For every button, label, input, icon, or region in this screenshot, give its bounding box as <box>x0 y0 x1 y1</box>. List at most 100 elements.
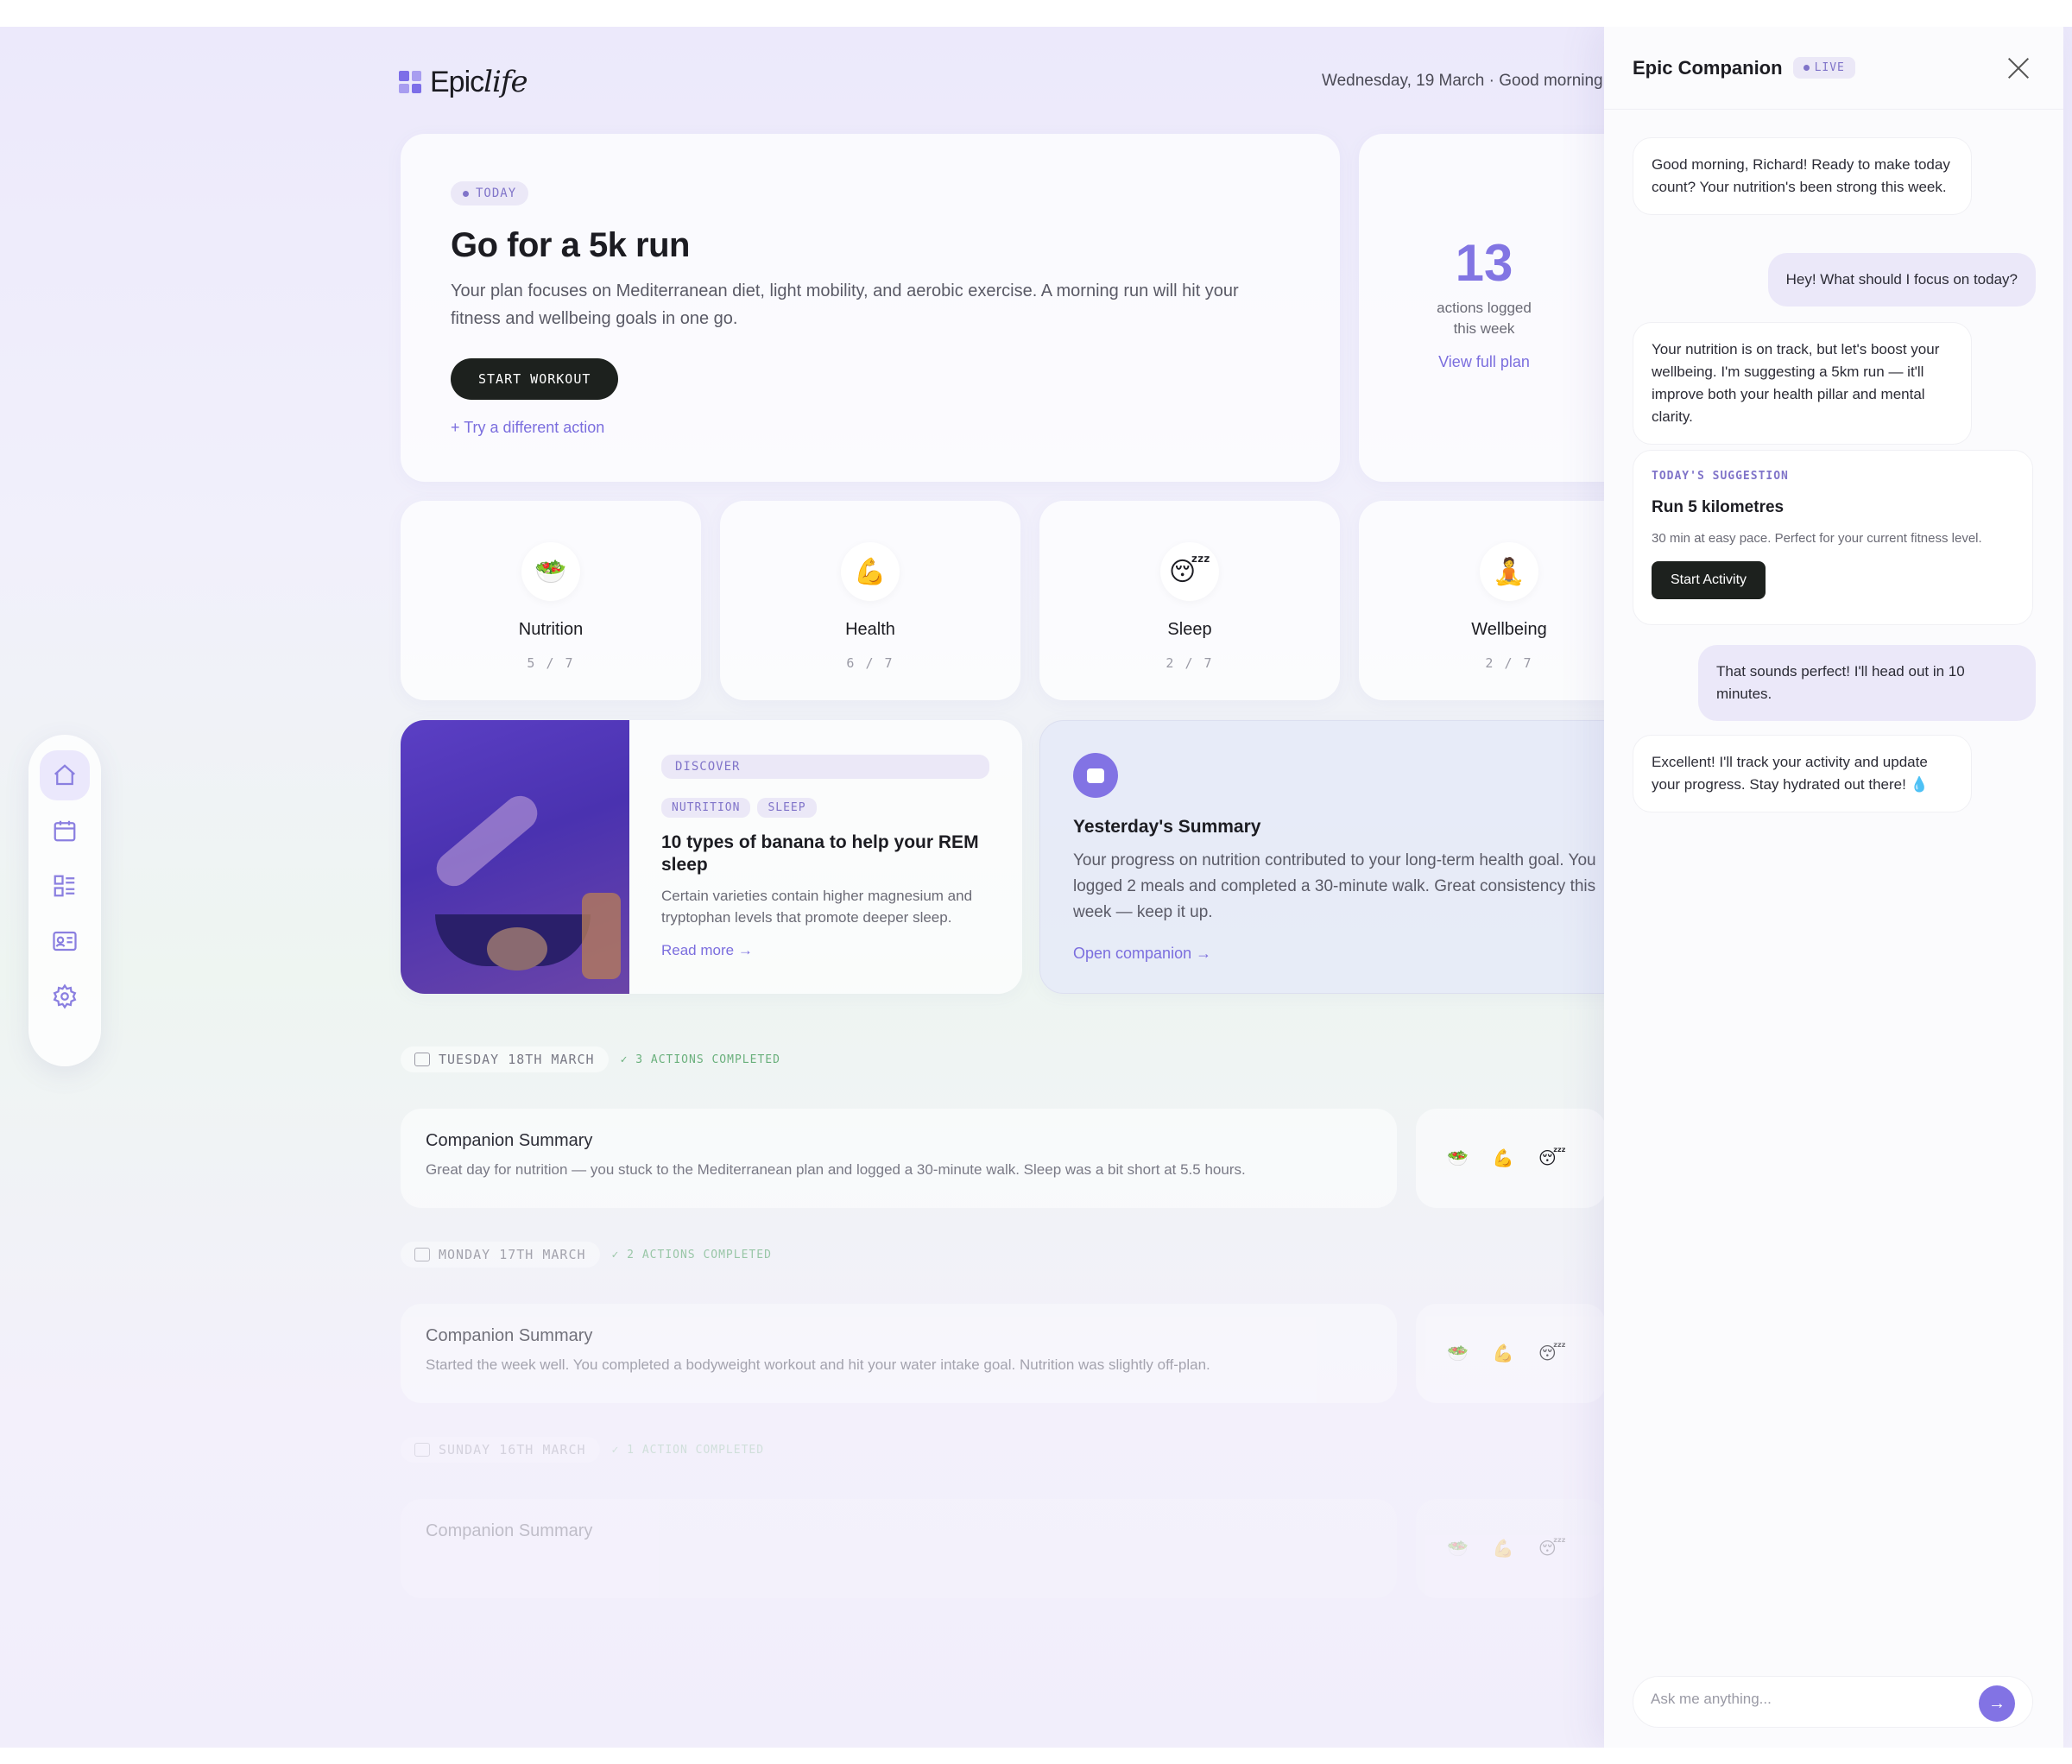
companion-summary-card[interactable]: Companion Summary <box>401 1499 1397 1598</box>
discover-tag: DISCOVER <box>661 755 989 779</box>
chat-message-user: That sounds perfect! I'll head out in 10… <box>1698 645 2036 721</box>
sleeping-face-icon: 😴 <box>1538 1540 1566 1559</box>
open-companion-link[interactable]: Open companion → <box>1073 945 1604 963</box>
suggestion-card: TODAY'S SUGGESTION Run 5 kilometres 30 m… <box>1633 450 2033 625</box>
pillar-score: 2 / 7 <box>1166 655 1214 671</box>
pillar-name: Sleep <box>1167 620 1212 639</box>
app-root: Epiclife Wednesday, 19 March · Good morn… <box>0 27 2072 1748</box>
calendar-icon <box>414 1443 430 1457</box>
profile-card-icon <box>53 931 77 952</box>
logo-mark-icon <box>399 71 421 93</box>
logo-text: Epiclife <box>430 65 528 99</box>
pillar-name: Health <box>845 620 895 639</box>
close-icon[interactable] <box>2006 56 2031 80</box>
sidebar-item-list[interactable] <box>40 861 90 911</box>
chip-nutrition: NUTRITION <box>661 798 751 818</box>
history-day-header: MONDAY 17TH MARCH ✓ 2 ACTIONS COMPLETED <box>401 1242 772 1268</box>
sidebar-nav <box>28 735 101 1066</box>
salad-icon: 🥗 <box>1447 1344 1469 1363</box>
sleeping-face-icon: 😴 <box>1538 1344 1566 1363</box>
companion-summary-card[interactable]: Companion Summary Started the week well.… <box>401 1304 1397 1403</box>
live-badge: LIVE <box>1792 57 1855 79</box>
view-full-plan-link[interactable]: View full plan <box>1359 353 1604 371</box>
calendar-icon <box>414 1248 430 1261</box>
pillar-name: Nutrition <box>518 620 584 639</box>
date-pill: TUESDAY 18TH MARCH <box>401 1046 609 1072</box>
app-logo[interactable]: Epiclife <box>399 65 528 99</box>
list-icon <box>54 875 75 897</box>
chat-message-user: Hey! What should I focus on today? <box>1767 253 2036 307</box>
summary-title: Yesterday's Summary <box>1073 817 1261 837</box>
article-title: 10 types of banana to help your REM slee… <box>661 832 979 875</box>
article-chips: NUTRITION SLEEP <box>661 798 989 818</box>
salad-icon: 🥗 <box>1447 1149 1469 1168</box>
sleeping-face-icon: 😴 <box>1160 542 1219 601</box>
pillar-score: 2 / 7 <box>1485 655 1533 671</box>
sidebar-item-home[interactable] <box>40 750 90 800</box>
yesterday-summary-card: Yesterday's Summary Your progress on nut… <box>1039 720 1604 994</box>
summary-pillar-icons: 🥗 💪 😴 <box>1416 1499 1604 1598</box>
calendar-icon <box>414 1053 430 1066</box>
chat-bubble-icon <box>1073 753 1118 798</box>
sleeping-face-icon: 😴 <box>1538 1149 1566 1168</box>
pillar-card-health[interactable]: 💪 Health 6 / 7 <box>720 501 1020 700</box>
actions-label: actions logged this week <box>1437 300 1532 337</box>
greeting-text: Wednesday, 19 March · Good morning, R <box>1322 72 1604 90</box>
date-pill: SUNDAY 16TH MARCH <box>401 1437 600 1463</box>
pillar-card-wellbeing[interactable]: 🧘 Wellbeing 2 / 7 <box>1359 501 1604 700</box>
companion-panel: Epic Companion LIVE Good morning, Richar… <box>1604 27 2063 1748</box>
pillar-card-nutrition[interactable]: 🥗 Nutrition 5 / 7 <box>401 501 701 700</box>
main-content: Epiclife Wednesday, 19 March · Good morn… <box>0 27 1604 1748</box>
sidebar-item-profile[interactable] <box>40 916 90 966</box>
actions-count: 13 <box>1455 234 1513 292</box>
chat-message-bot: Good morning, Richard! Ready to make tod… <box>1633 137 1972 215</box>
companion-title: Epic Companion <box>1633 56 1783 79</box>
hero-description: Your plan focuses on Mediterranean diet,… <box>451 281 1239 328</box>
meditation-icon: 🧘 <box>1480 542 1538 601</box>
article-body: DISCOVER NUTRITION SLEEP 10 types of ban… <box>661 755 989 959</box>
sidebar-item-settings[interactable] <box>40 971 90 1021</box>
calendar-icon <box>54 820 76 842</box>
discover-article-card[interactable]: DISCOVER NUTRITION SLEEP 10 types of ban… <box>401 720 1022 994</box>
pillar-score: 5 / 7 <box>527 655 575 671</box>
try-different-action-link[interactable]: + Try a different action <box>451 419 1290 437</box>
salad-icon: 🥗 <box>521 542 580 601</box>
article-image <box>401 720 629 994</box>
summary-title: Companion Summary <box>426 1521 593 1540</box>
summary-title: Companion Summary <box>426 1326 593 1345</box>
flexed-bicep-icon: 💪 <box>1492 1540 1514 1559</box>
summary-pillar-icons: 🥗 💪 😴 <box>1416 1109 1604 1208</box>
today-hero-card: TODAY Go for a 5k run Your plan focuses … <box>401 134 1340 482</box>
pillar-name: Wellbeing <box>1471 620 1547 639</box>
chip-sleep: SLEEP <box>757 798 817 818</box>
pillar-card-sleep[interactable]: 😴 Sleep 2 / 7 <box>1039 501 1340 700</box>
chat-input[interactable] <box>1651 1691 1979 1708</box>
dot-icon <box>1803 65 1810 71</box>
dot-icon <box>463 190 469 197</box>
history-day-header: TUESDAY 18TH MARCH ✓ 3 ACTIONS COMPLETED <box>401 1046 780 1072</box>
weekly-stats-card: 13 actions logged this week View full pla… <box>1359 134 1604 482</box>
salad-icon: 🥗 <box>1447 1540 1469 1559</box>
send-arrow-icon[interactable]: → <box>1979 1685 2015 1722</box>
gear-icon <box>53 983 77 1009</box>
summary-text: Great day for nutrition — you stuck to t… <box>426 1161 1246 1178</box>
companion-summary-card[interactable]: Companion Summary Great day for nutritio… <box>401 1109 1397 1208</box>
start-workout-button[interactable]: START WORKOUT <box>451 358 619 400</box>
read-more-link[interactable]: Read more → <box>661 942 989 959</box>
suggestion-text: 30 min at easy pace. Perfect for your cu… <box>1652 531 1982 546</box>
summary-text: Started the week well. You completed a b… <box>426 1356 1210 1373</box>
flexed-bicep-icon: 💪 <box>841 542 900 601</box>
pillar-score: 6 / 7 <box>846 655 894 671</box>
article-description: Certain varieties contain higher magnesi… <box>661 888 973 926</box>
actions-completed-label: ✓ 1 ACTION COMPLETED <box>611 1443 765 1457</box>
flexed-bicep-icon: 💪 <box>1492 1344 1514 1363</box>
sidebar-item-calendar[interactable] <box>40 806 90 856</box>
start-activity-button[interactable]: Start Activity <box>1652 561 1766 599</box>
chat-message-bot: Your nutrition is on track, but let's bo… <box>1633 322 1972 445</box>
suggestion-tag: TODAY'S SUGGESTION <box>1652 470 1789 483</box>
summary-pillar-icons: 🥗 💪 😴 <box>1416 1304 1604 1403</box>
flexed-bicep-icon: 💪 <box>1492 1149 1514 1168</box>
chat-input-box: → <box>1633 1676 2033 1728</box>
history-day-header: SUNDAY 16TH MARCH ✓ 1 ACTION COMPLETED <box>401 1437 764 1463</box>
date-pill: MONDAY 17TH MARCH <box>401 1242 600 1268</box>
